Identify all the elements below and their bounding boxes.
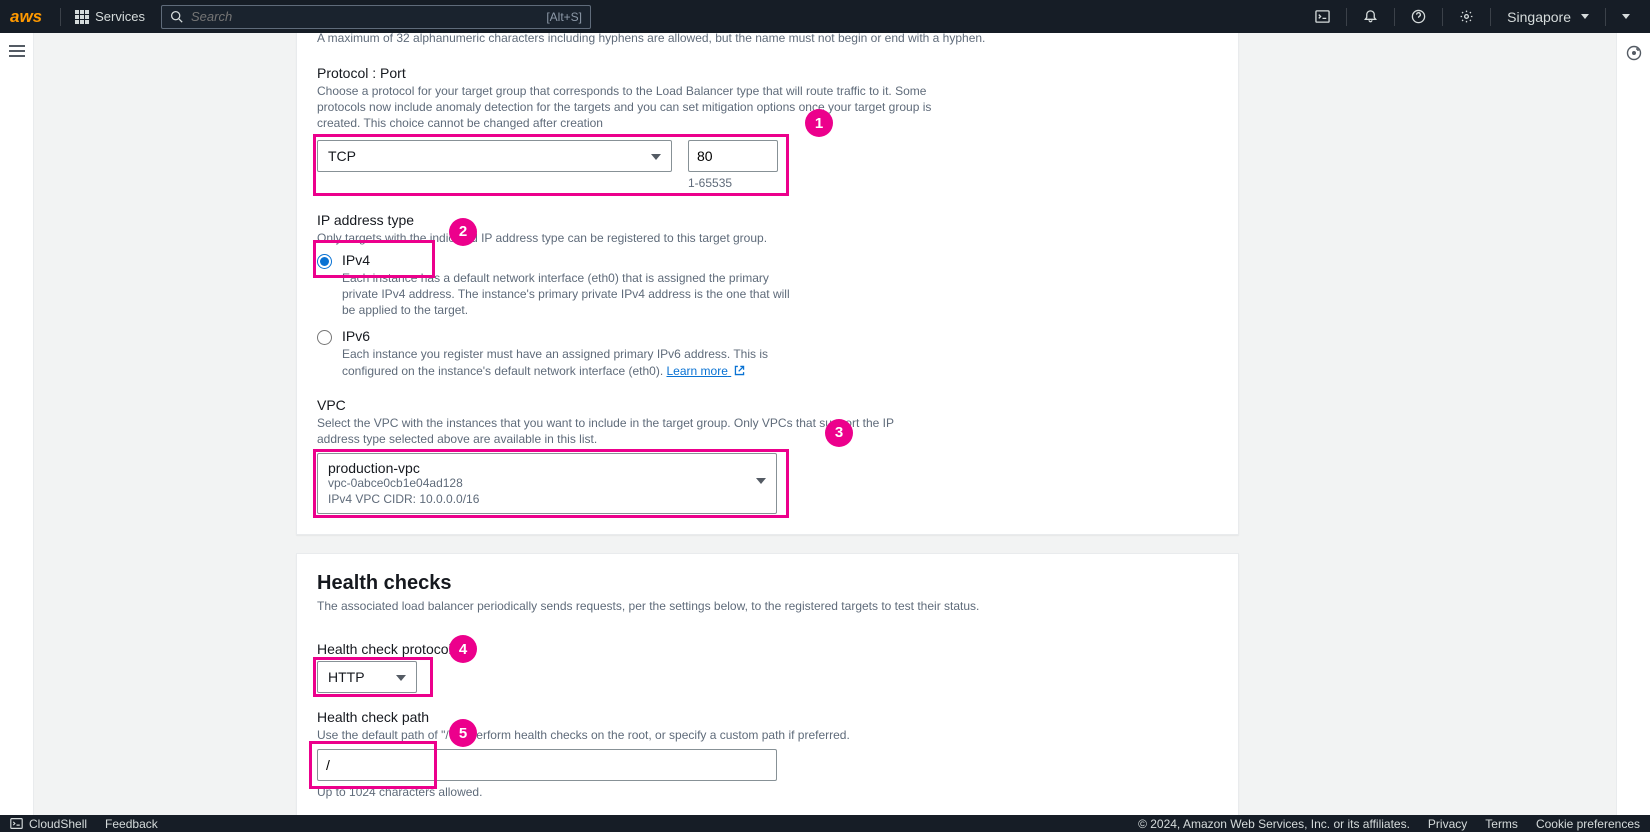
- divider: [1490, 8, 1491, 26]
- privacy-link[interactable]: Privacy: [1428, 817, 1467, 831]
- ipv6-radio-row: IPv6 Each instance you register must hav…: [317, 328, 1218, 378]
- search-input[interactable]: [191, 9, 538, 24]
- health-checks-sub: The associated load balancer periodicall…: [317, 599, 1218, 613]
- services-menu[interactable]: Services: [67, 5, 153, 28]
- health-checks-title: Health checks: [317, 572, 1218, 595]
- port-input[interactable]: [688, 140, 778, 172]
- port-hint: 1-65535: [688, 176, 778, 190]
- caret-down-icon: [1581, 14, 1589, 19]
- settings-button[interactable]: [1449, 3, 1484, 30]
- terms-link[interactable]: Terms: [1485, 817, 1518, 831]
- feedback-link[interactable]: Feedback: [105, 817, 158, 831]
- ipv4-radio[interactable]: [317, 254, 332, 269]
- region-selector[interactable]: Singapore: [1497, 3, 1599, 31]
- copyright: © 2024, Amazon Web Services, Inc. or its…: [1138, 817, 1410, 831]
- ipv4-label: IPv4: [342, 252, 802, 268]
- aws-logo[interactable]: aws: [0, 7, 54, 27]
- right-rail: [1616, 33, 1650, 815]
- cookie-link[interactable]: Cookie preferences: [1536, 817, 1640, 831]
- aws-top-nav: aws Services [Alt+S] Singapore: [0, 0, 1650, 33]
- annotation-bubble-1: 1: [805, 109, 833, 137]
- notifications-button[interactable]: [1353, 3, 1388, 30]
- cloudshell-top-button[interactable]: [1305, 3, 1340, 30]
- help-button[interactable]: [1401, 3, 1436, 30]
- top-right-controls: Singapore: [1305, 3, 1650, 31]
- ipv4-desc: Each instance has a default network inte…: [342, 270, 802, 319]
- help-panel-icon[interactable]: [1626, 45, 1642, 61]
- hc-path-input[interactable]: [317, 749, 777, 781]
- cloudshell-icon: [10, 817, 23, 830]
- caret-down-icon: [396, 675, 406, 681]
- hc-path-hint: Up to 1024 characters allowed.: [317, 785, 1218, 799]
- ipv6-label: IPv6: [342, 328, 802, 344]
- hc-protocol-highlight: HTTP: [317, 661, 429, 693]
- protocol-value: TCP: [328, 148, 356, 164]
- annotation-bubble-3: 3: [825, 419, 853, 447]
- services-label: Services: [95, 9, 145, 24]
- gear-icon: [1459, 9, 1474, 24]
- name-hint-truncated: A maximum of 32 alphanumeric characters …: [297, 33, 1238, 45]
- cloudshell-icon: [1315, 9, 1330, 24]
- ipv6-radio[interactable]: [317, 330, 332, 345]
- search-shortcut: [Alt+S]: [546, 10, 582, 24]
- vpc-select[interactable]: production-vpc vpc-0abce0cb1e04ad128 IPv…: [317, 453, 777, 514]
- help-icon: [1411, 9, 1426, 24]
- vpc-highlight: production-vpc vpc-0abce0cb1e04ad128 IPv…: [317, 453, 785, 514]
- vpc-label: VPC: [317, 397, 1218, 413]
- divider: [1442, 8, 1443, 26]
- caret-down-icon: [651, 154, 661, 160]
- open-nav-icon[interactable]: [9, 45, 25, 57]
- annotation-bubble-2: 2: [449, 218, 477, 246]
- search-icon: [170, 10, 183, 23]
- bell-icon: [1363, 9, 1378, 24]
- hc-protocol-value: HTTP: [328, 669, 365, 685]
- account-menu[interactable]: [1612, 8, 1644, 25]
- protocol-port-label: Protocol : Port: [317, 65, 1218, 81]
- ipv4-radio-row: IPv4 Each instance has a default network…: [317, 252, 1218, 319]
- external-link-icon: [733, 364, 746, 377]
- vpc-name: production-vpc: [328, 460, 746, 476]
- annotation-bubble-4: 4: [449, 635, 477, 663]
- divider: [60, 8, 61, 26]
- protocol-select[interactable]: TCP: [317, 140, 672, 172]
- region-label: Singapore: [1507, 9, 1571, 25]
- divider: [1394, 8, 1395, 26]
- basic-config-panel: A maximum of 32 alphanumeric characters …: [296, 33, 1239, 535]
- left-rail: [0, 33, 34, 815]
- learn-more-text: Learn more: [667, 364, 728, 378]
- ipv6-desc: Each instance you register must have an …: [342, 346, 802, 378]
- divider: [1346, 8, 1347, 26]
- vpc-id: vpc-0abce0cb1e04ad128: [328, 476, 746, 492]
- caret-down-icon: [756, 478, 766, 484]
- cloudshell-label: CloudShell: [29, 817, 87, 831]
- grid-icon: [75, 10, 89, 24]
- global-search[interactable]: [Alt+S]: [161, 5, 591, 29]
- bottom-bar: CloudShell Feedback © 2024, Amazon Web S…: [0, 815, 1650, 832]
- caret-down-icon: [1622, 14, 1630, 19]
- cloudshell-button[interactable]: CloudShell: [10, 817, 87, 831]
- hc-protocol-select[interactable]: HTTP: [317, 661, 417, 693]
- health-checks-panel: Health checks The associated load balanc…: [296, 553, 1239, 815]
- vpc-cidr: IPv4 VPC CIDR: 10.0.0.0/16: [328, 492, 746, 508]
- ipv6-learn-more-link[interactable]: Learn more: [667, 364, 747, 378]
- main-scroll-area[interactable]: A maximum of 32 alphanumeric characters …: [34, 33, 1616, 815]
- divider: [1605, 8, 1606, 26]
- protocol-port-desc: Choose a protocol for your target group …: [317, 83, 937, 132]
- protocol-port-highlight: TCP 1-65535: [317, 138, 785, 192]
